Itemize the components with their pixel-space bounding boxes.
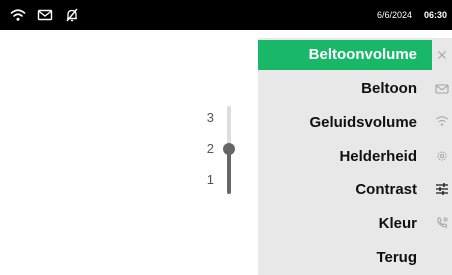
slider-handle[interactable] [223, 143, 235, 155]
sliders-icon[interactable] [435, 182, 449, 196]
menu-item-beltoonvolume[interactable]: Beltoonvolume [258, 40, 432, 70]
menu-item-helderheid[interactable]: Helderheid [258, 142, 432, 172]
phone-settings-icon[interactable] [435, 216, 449, 230]
slider-fill [227, 149, 231, 194]
close-icon[interactable] [435, 48, 449, 62]
menu-item-contrast[interactable]: Contrast [258, 175, 432, 205]
gear-icon[interactable] [435, 149, 449, 163]
status-date: 6/6/2024 [376, 10, 412, 20]
volume-slider-panel: 3 2 1 [0, 30, 258, 275]
slider-level-label: 3 [206, 110, 214, 125]
settings-menu: Beltoonvolume Beltoon Geluidsvolume Held… [258, 38, 432, 275]
bell-muted-icon [66, 8, 78, 22]
wifi-icon [10, 9, 26, 21]
status-time: 06:30 [423, 10, 447, 20]
envelope-icon [37, 9, 53, 21]
wifi-icon[interactable] [435, 114, 449, 128]
menu-item-terug[interactable]: Terug [258, 243, 432, 273]
envelope-icon[interactable] [435, 82, 449, 96]
slider-level-label: 1 [206, 172, 214, 187]
menu-item-geluidsvolume[interactable]: Geluidsvolume [258, 108, 432, 138]
slider-level-label: 2 [206, 141, 214, 156]
menu-item-beltoon[interactable]: Beltoon [258, 74, 432, 104]
menu-item-kleur[interactable]: Kleur [258, 209, 432, 239]
status-bar: 6/6/2024 06:30 [0, 0, 452, 30]
icon-bar [432, 38, 452, 275]
